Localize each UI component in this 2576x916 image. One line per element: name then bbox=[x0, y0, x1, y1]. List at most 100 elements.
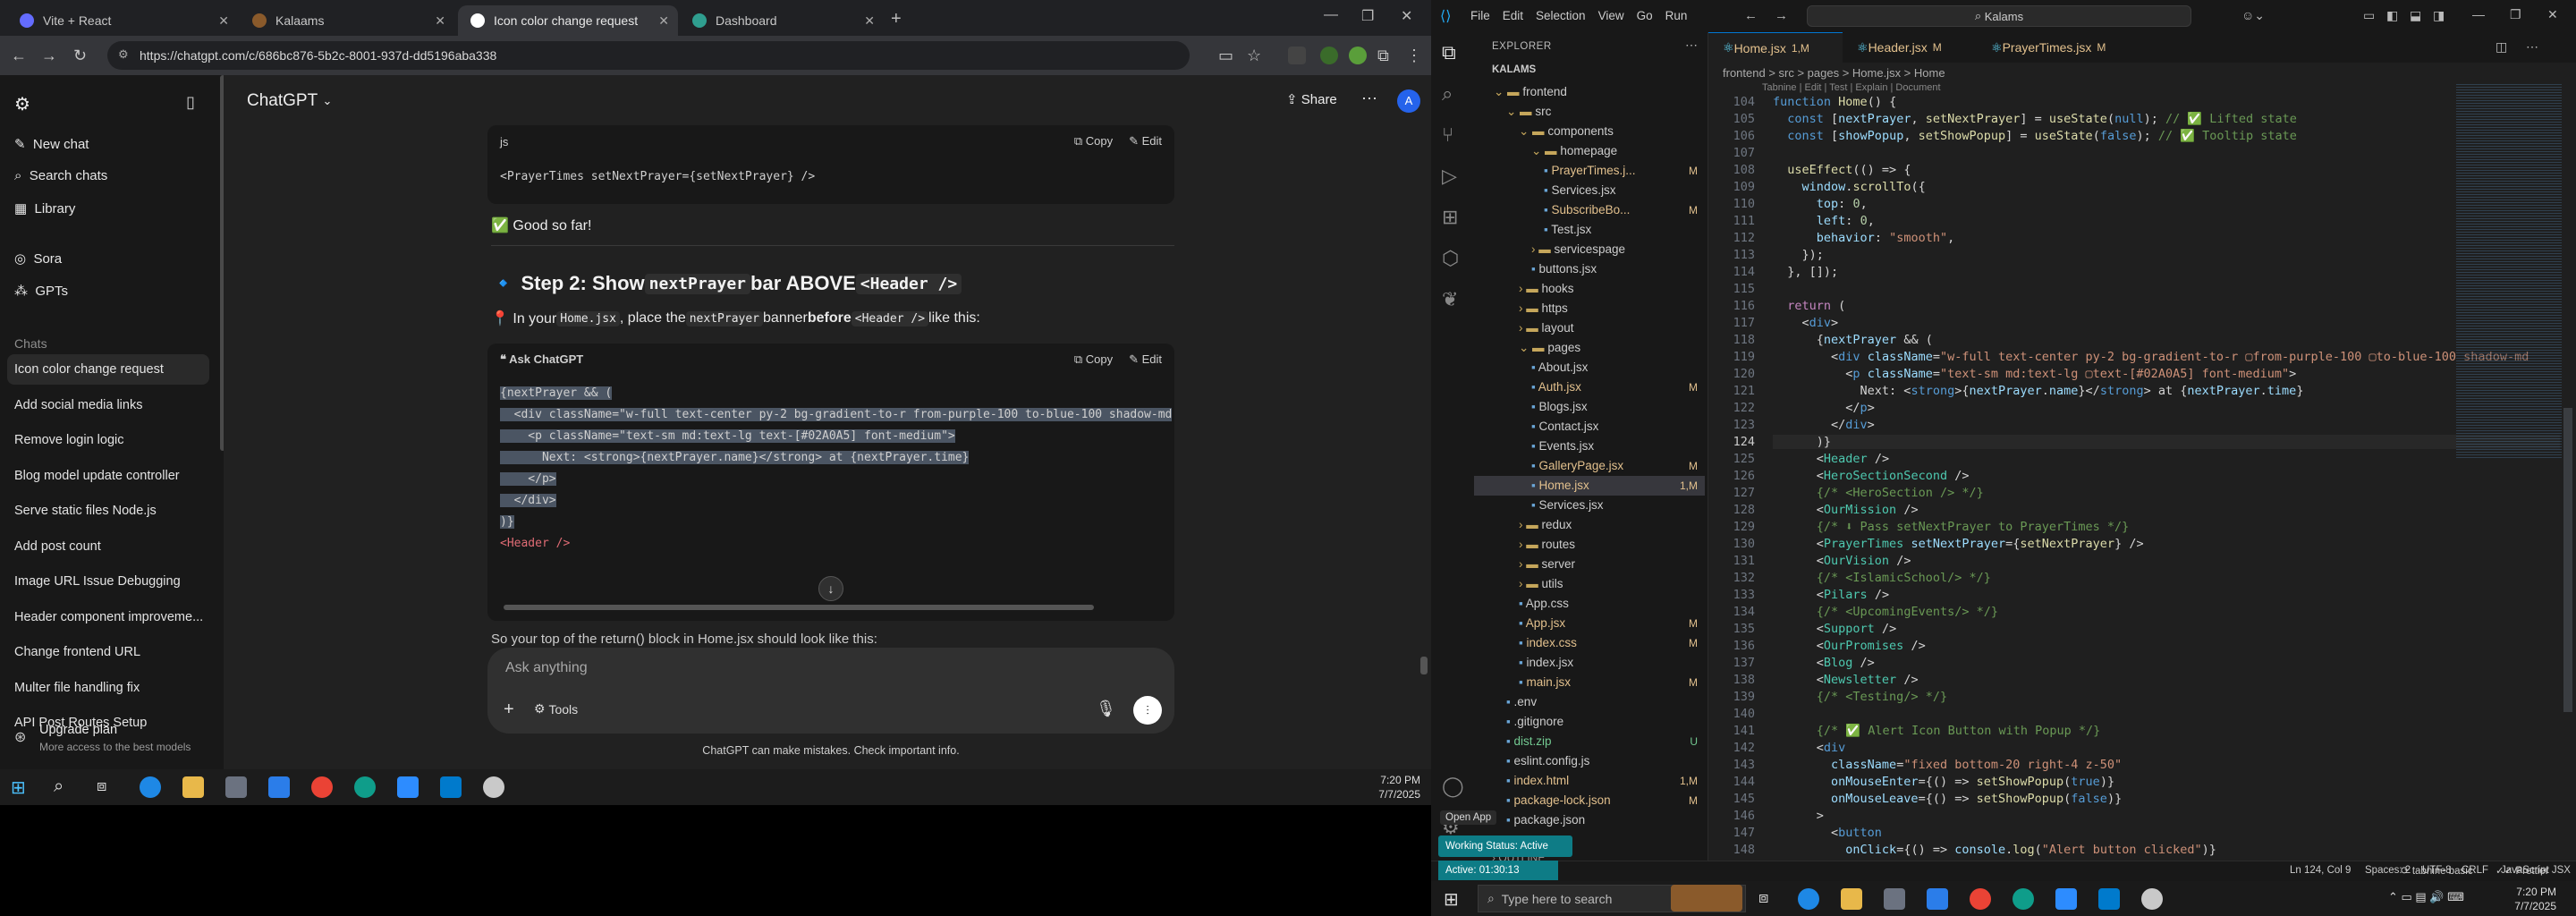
tree-file[interactable]: ▪ index.css M bbox=[1474, 633, 1705, 653]
horizontal-scrollbar[interactable] bbox=[504, 605, 1094, 610]
system-tray-icons[interactable]: ⌃ ▭ ▤ 🔊 ⌨ bbox=[2388, 890, 2464, 904]
chat-item[interactable]: Add post count bbox=[7, 531, 209, 562]
code-line[interactable]: <OurPromises /> bbox=[1773, 639, 1926, 653]
clock[interactable]: 7:20 PM 7/7/2025 bbox=[2485, 885, 2556, 913]
code-line[interactable]: <PrayerTimes setNextPrayer={setNextPraye… bbox=[1773, 537, 2144, 551]
code-line[interactable]: const [showPopup, setShowPopup] = useSta… bbox=[1773, 129, 2297, 143]
tree-folder[interactable]: ⌄ ▬ pages bbox=[1474, 338, 1705, 358]
code-line[interactable]: {/* ⬇ Pass setNextPrayer to PrayerTimes … bbox=[1773, 520, 2130, 534]
maximize-icon[interactable]: ❐ bbox=[1361, 7, 1374, 25]
app-icon[interactable] bbox=[354, 776, 376, 798]
chat-item[interactable]: Blog model update controller bbox=[7, 461, 209, 491]
tree-folder[interactable]: › ▬ servicespage bbox=[1474, 240, 1705, 259]
code-line[interactable]: return ( bbox=[1773, 299, 1845, 313]
code-line[interactable]: <Support /> bbox=[1773, 622, 1896, 636]
task-view-icon[interactable]: ⧈ bbox=[1758, 888, 1768, 907]
tree-file[interactable]: ▪ .env bbox=[1474, 692, 1705, 712]
extension-icon[interactable] bbox=[1288, 47, 1306, 64]
code-line[interactable]: onMouseEnter={() => setShowPopup(true)} bbox=[1773, 775, 2114, 789]
store-icon[interactable] bbox=[225, 776, 247, 798]
workspace-root[interactable]: KALAMS bbox=[1492, 64, 1536, 75]
code-line[interactable]: <OurVision /> bbox=[1773, 554, 1911, 568]
site-info-icon[interactable]: ⚙ bbox=[118, 47, 129, 62]
app-icon[interactable] bbox=[2012, 888, 2034, 910]
sora-button[interactable]: ◎ Sora bbox=[14, 250, 62, 267]
code-line[interactable]: Next: <strong>{nextPrayer.name}</strong>… bbox=[1773, 384, 2304, 398]
code-line[interactable]: window.scrollTo({ bbox=[1773, 180, 1926, 194]
close-icon[interactable]: ✕ bbox=[658, 13, 669, 29]
new-chat-button[interactable]: ✎ New chat bbox=[14, 136, 89, 152]
menu-item[interactable]: Selection bbox=[1536, 9, 1586, 22]
code-line[interactable]: <Blog /> bbox=[1773, 656, 1875, 670]
code-line[interactable]: className="fixed bottom-20 right-4 z-50" bbox=[1773, 758, 2122, 772]
editor-tab[interactable]: ⚛ Home.jsx 1,M bbox=[1708, 32, 1843, 63]
code-line[interactable]: {/* <UpcomingEvents/> */} bbox=[1773, 605, 1998, 619]
code-line[interactable]: <button bbox=[1773, 826, 1882, 840]
tree-file[interactable]: ▪ Services.jsx bbox=[1474, 181, 1705, 200]
extension-icon[interactable] bbox=[1320, 47, 1338, 64]
tab-dashboard[interactable]: Dashboard ✕ bbox=[680, 5, 884, 36]
sidebar-toggle-icon[interactable]: ▯ bbox=[186, 93, 195, 112]
close-icon[interactable]: ✕ bbox=[2547, 7, 2558, 22]
chat-item[interactable]: Header component improveme... bbox=[7, 602, 209, 632]
tree-file[interactable]: ▪ dist.zip U bbox=[1474, 732, 1705, 751]
clock[interactable]: 7:20 PM 7/7/2025 bbox=[1349, 773, 1420, 802]
close-icon[interactable]: ✕ bbox=[864, 13, 875, 29]
reload-icon[interactable]: ↻ bbox=[73, 47, 87, 65]
avatar[interactable]: A bbox=[1397, 89, 1420, 113]
copy-button[interactable]: ⧉ Copy bbox=[1074, 352, 1113, 367]
chat-item[interactable]: Icon color change request bbox=[7, 354, 209, 385]
chat-item[interactable]: Serve static files Node.js bbox=[7, 496, 209, 526]
extensions-puzzle-icon[interactable]: ⧉ bbox=[1377, 47, 1389, 65]
menu-item[interactable]: View bbox=[1598, 9, 1624, 22]
library-button[interactable]: ▦ Library bbox=[14, 200, 75, 216]
layout-icon[interactable]: ▭ bbox=[2363, 8, 2375, 23]
chat-item[interactable]: Multer file handling fix bbox=[7, 673, 209, 703]
tree-file[interactable]: ▪ Contact.jsx bbox=[1474, 417, 1705, 437]
tab-icon-color[interactable]: Icon color change request ✕ bbox=[458, 5, 678, 36]
task-view-icon[interactable]: ⧈ bbox=[97, 776, 106, 795]
menu-item[interactable]: Go bbox=[1637, 9, 1653, 22]
tree-file[interactable]: ▪ App.css bbox=[1474, 594, 1705, 614]
bookmark-icon[interactable]: ☆ bbox=[1247, 47, 1261, 65]
tree-file[interactable]: ▪ GalleryPage.jsx M bbox=[1474, 456, 1705, 476]
code-line[interactable]: <div bbox=[1773, 741, 1846, 755]
copy-button[interactable]: ⧉ Copy bbox=[1074, 134, 1113, 148]
close-icon[interactable]: ✕ bbox=[218, 13, 229, 29]
code-line[interactable]: {nextPrayer && ( bbox=[1773, 333, 1933, 347]
code-line[interactable]: left: 0, bbox=[1773, 214, 1875, 228]
tree-folder[interactable]: ⌄ ▬ frontend bbox=[1474, 82, 1705, 102]
microphone-icon[interactable]: 🎙 bbox=[1096, 700, 1116, 718]
scroll-down-icon[interactable]: ↓ bbox=[818, 576, 843, 601]
chrome-icon[interactable] bbox=[1970, 888, 1991, 910]
tree-folder[interactable]: › ▬ server bbox=[1474, 555, 1705, 574]
vscode-icon[interactable] bbox=[440, 776, 462, 798]
share-button[interactable]: ⇪ Share bbox=[1286, 91, 1337, 108]
tree-folder[interactable]: ⌄ ▬ components bbox=[1474, 122, 1705, 141]
minimize-icon[interactable]: — bbox=[1324, 7, 1338, 23]
upgrade-plan-button[interactable]: ⊛ Upgrade plan More access to the best m… bbox=[7, 717, 218, 764]
code-line[interactable]: <Header /> bbox=[1773, 452, 1889, 466]
tree-file[interactable]: ▪ .gitignore bbox=[1474, 712, 1705, 732]
back-icon[interactable]: ← bbox=[1744, 8, 1758, 23]
file-explorer-icon[interactable] bbox=[182, 776, 204, 798]
tree-folder[interactable]: › ▬ utils bbox=[1474, 574, 1705, 594]
copilot-icon[interactable]: ☺⌄ bbox=[2241, 8, 2265, 23]
menu-item[interactable]: Run bbox=[1665, 9, 1688, 22]
forward-icon[interactable]: → bbox=[41, 47, 57, 65]
code-editor[interactable]: 104 function Home() {105 const [nextPraye… bbox=[1708, 95, 2567, 873]
cursor-position[interactable]: Ln 124, Col 9 bbox=[2290, 865, 2351, 876]
tree-file[interactable]: ▪ Test.jsx bbox=[1474, 220, 1705, 240]
install-icon[interactable]: ▭ bbox=[1218, 47, 1233, 65]
editor-tab[interactable]: ⚛ Header.jsx M bbox=[1843, 32, 1977, 63]
tree-folder[interactable]: ⌄ ▬ homepage bbox=[1474, 141, 1705, 161]
store-icon[interactable] bbox=[1884, 888, 1905, 910]
working-status-button[interactable]: Working Status: Active bbox=[1438, 835, 1572, 857]
tab-kalaams[interactable]: Kalaams ✕ bbox=[240, 5, 454, 36]
tree-folder[interactable]: › ▬ https bbox=[1474, 299, 1705, 318]
code-line[interactable]: }, []); bbox=[1773, 265, 1838, 279]
extensions-icon[interactable]: ⊞ bbox=[1442, 206, 1458, 229]
chat-item[interactable]: Change frontend URL bbox=[7, 637, 209, 667]
open-app-tooltip[interactable]: Open App bbox=[1440, 810, 1497, 825]
code-line[interactable]: <HeroSectionSecond /> bbox=[1773, 469, 1970, 483]
